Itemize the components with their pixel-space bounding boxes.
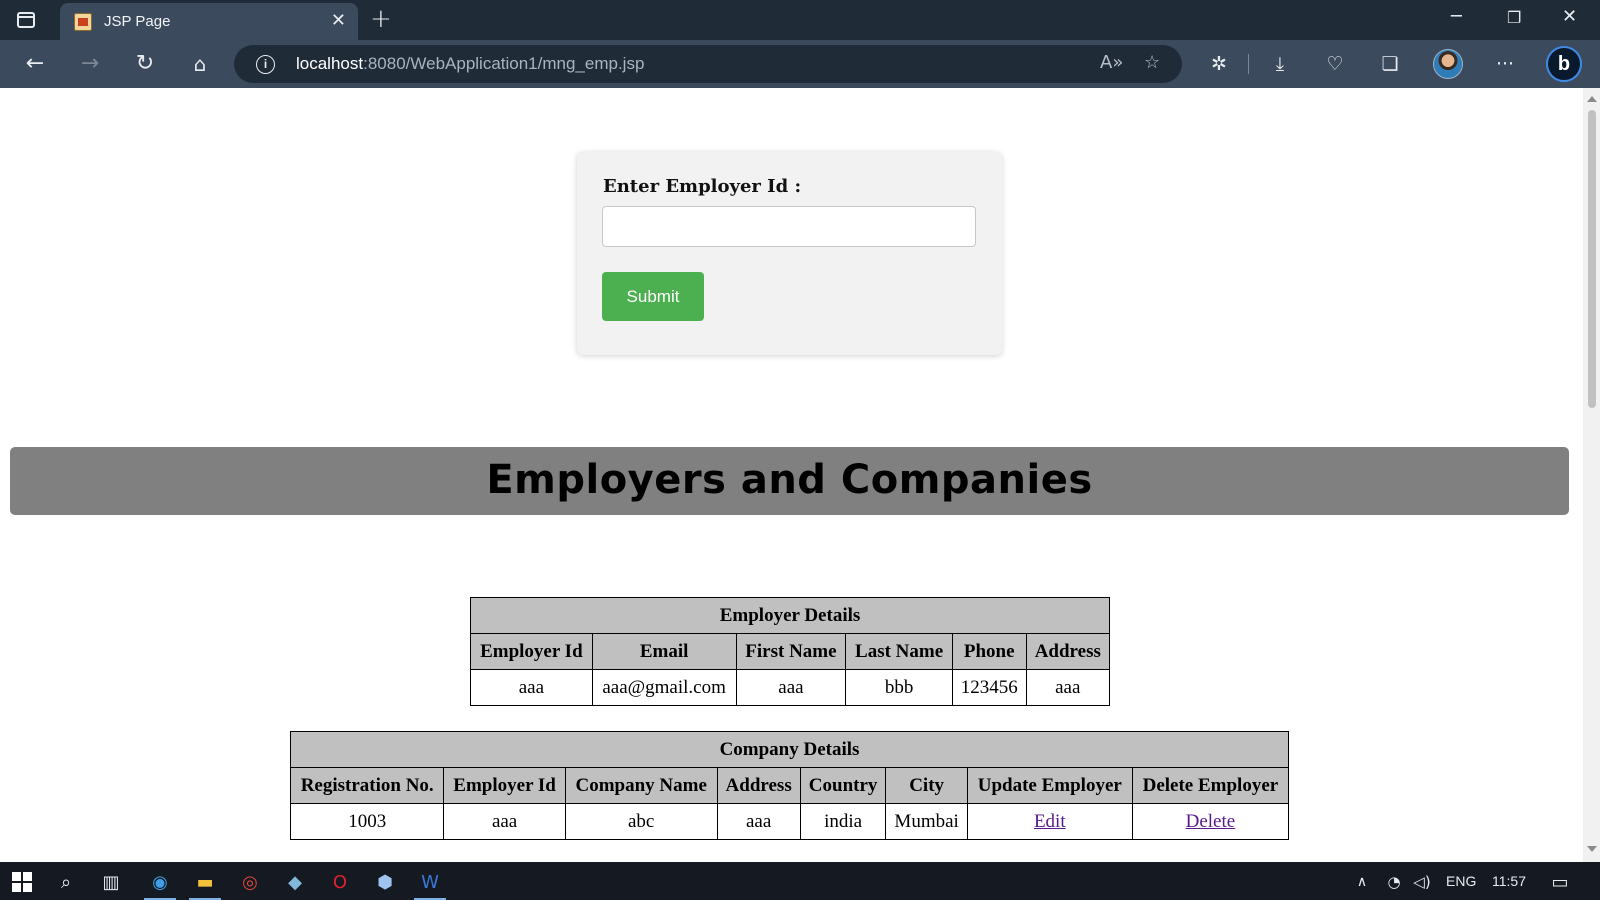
favicon-icon — [74, 13, 92, 31]
column-header: Phone — [951, 633, 1027, 670]
table-cell: abc — [564, 803, 718, 840]
forward-icon[interactable]: → — [76, 50, 104, 78]
table-cell: aaa — [735, 669, 847, 706]
downloads-icon[interactable]: ⤓ — [1266, 50, 1294, 78]
url-host: localhost — [296, 54, 364, 73]
extensions-icon[interactable]: ✲ — [1205, 50, 1233, 78]
opera-icon[interactable]: O — [318, 866, 362, 898]
page-title: Employers and Companies — [486, 457, 1093, 503]
tab-actions-icon[interactable] — [14, 9, 38, 31]
delete-employer-link[interactable]: Delete — [1186, 811, 1236, 832]
table-row: aaa aaa@gmail.com aaa bbb 123456 aaa — [470, 669, 1111, 706]
add-favorite-icon[interactable]: ☆ — [1144, 52, 1160, 73]
employer-details-table: Employer Details Employer Id Email First… — [470, 597, 1111, 706]
site-info-icon[interactable]: i — [256, 55, 275, 74]
column-header: Last Name — [845, 633, 953, 670]
table-cell: Mumbai — [885, 803, 968, 840]
column-header: Registration No. — [289, 767, 445, 804]
address-bar[interactable]: i localhost:8080/WebApplication1/mng_emp… — [234, 45, 1182, 83]
edit-cell: Edit — [966, 803, 1133, 840]
volume-icon[interactable]: ◁) — [1400, 866, 1444, 898]
refresh-icon[interactable]: ↻ — [131, 50, 159, 78]
table-cell: aaa@gmail.com — [591, 669, 737, 706]
column-header: Employer Id — [443, 767, 566, 804]
column-header: Country — [799, 767, 887, 804]
company-details-table: Company Details Registration No. Employe… — [289, 731, 1290, 840]
employer-id-input[interactable] — [602, 206, 976, 247]
browser-titlebar: JSP Page ✕ + ─ ❐ ✕ — [0, 0, 1600, 40]
close-window-icon[interactable]: ✕ — [1562, 6, 1577, 27]
column-header: Delete Employer — [1131, 767, 1290, 804]
language-indicator[interactable]: ENG — [1446, 873, 1476, 889]
start-icon[interactable] — [12, 872, 32, 892]
delete-cell: Delete — [1131, 803, 1290, 840]
table-caption: Company Details — [290, 731, 1289, 768]
table-caption: Employer Details — [470, 597, 1110, 634]
profile-avatar[interactable] — [1433, 49, 1463, 79]
chrome-icon[interactable]: ◎ — [228, 866, 272, 898]
table-row: 1003 aaa abc aaa india Mumbai Edit Delet… — [289, 803, 1290, 840]
read-aloud-icon[interactable]: A» — [1100, 52, 1123, 73]
page-viewport: Enter Employer Id : Submit Employers and… — [0, 88, 1583, 862]
url-path: :8080/WebApplication1/mng_emp.jsp — [363, 54, 645, 73]
more-options-icon[interactable]: ··· — [1491, 50, 1519, 78]
table-cell: aaa — [716, 803, 801, 840]
minimize-icon[interactable]: ─ — [1451, 6, 1462, 27]
table-cell: aaa — [1025, 669, 1111, 706]
browser-essentials-icon[interactable]: ♡ — [1321, 50, 1349, 78]
app-cube-icon[interactable]: ⬢ — [363, 866, 407, 898]
browser-toolbar: ← → ↻ ⌂ i localhost:8080/WebApplication1… — [0, 40, 1600, 88]
column-header: Employer Id — [470, 633, 593, 670]
edit-employer-link[interactable]: Edit — [1034, 811, 1066, 832]
windows-taskbar: ⌕ ▥ ◉ ▬ ◎ ◆ O ⬢ W ∧ ◔ ◁) ENG 11:57 ▭ — [0, 862, 1600, 900]
collections-icon[interactable]: ❏ — [1376, 50, 1404, 78]
column-header: Update Employer — [966, 767, 1133, 804]
restore-icon[interactable]: ❐ — [1507, 8, 1521, 27]
table-cell: 123456 — [951, 669, 1027, 706]
browser-tab[interactable]: JSP Page ✕ — [60, 3, 358, 40]
table-cell: aaa — [470, 669, 593, 706]
column-header: City — [885, 767, 968, 804]
bing-copilot-icon[interactable]: b — [1546, 46, 1582, 82]
column-header: Email — [591, 633, 737, 670]
scroll-down-icon[interactable] — [1587, 846, 1597, 852]
scroll-up-icon[interactable] — [1587, 96, 1597, 102]
employer-id-form: Enter Employer Id : Submit — [577, 152, 1002, 355]
column-header: Address — [716, 767, 801, 804]
submit-button[interactable]: Submit — [602, 272, 704, 321]
table-cell: aaa — [443, 803, 566, 840]
scroll-thumb[interactable] — [1588, 110, 1596, 408]
url-text[interactable]: localhost:8080/WebApplication1/mng_emp.j… — [296, 54, 644, 74]
file-explorer-icon[interactable]: ▬ — [183, 866, 227, 900]
toolbar-separator — [1248, 54, 1249, 74]
tab-title: JSP Page — [104, 13, 171, 30]
page-banner: Employers and Companies — [10, 447, 1569, 515]
search-icon[interactable]: ⌕ — [44, 866, 88, 898]
edge-icon[interactable]: ◉ — [138, 866, 182, 900]
app-icon[interactable]: ◆ — [273, 866, 317, 898]
table-header-row: Employer Id Email First Name Last Name P… — [470, 633, 1111, 670]
column-header: Company Name — [564, 767, 718, 804]
home-icon[interactable]: ⌂ — [186, 50, 214, 78]
column-header: First Name — [735, 633, 847, 670]
word-icon[interactable]: W — [408, 866, 452, 900]
table-cell: bbb — [845, 669, 953, 706]
vertical-scrollbar[interactable] — [1583, 88, 1600, 862]
back-icon[interactable]: ← — [21, 50, 49, 78]
table-cell: india — [799, 803, 887, 840]
table-header-row: Registration No. Employer Id Company Nam… — [289, 767, 1290, 804]
new-tab-icon[interactable]: + — [370, 4, 392, 34]
column-header: Address — [1025, 633, 1111, 670]
clock[interactable]: 11:57 — [1492, 873, 1526, 889]
employer-id-label: Enter Employer Id : — [603, 176, 802, 197]
table-cell: 1003 — [289, 803, 445, 840]
close-tab-icon[interactable]: ✕ — [331, 10, 346, 31]
notifications-icon[interactable]: ▭ — [1538, 866, 1582, 898]
task-view-icon[interactable]: ▥ — [89, 866, 133, 898]
